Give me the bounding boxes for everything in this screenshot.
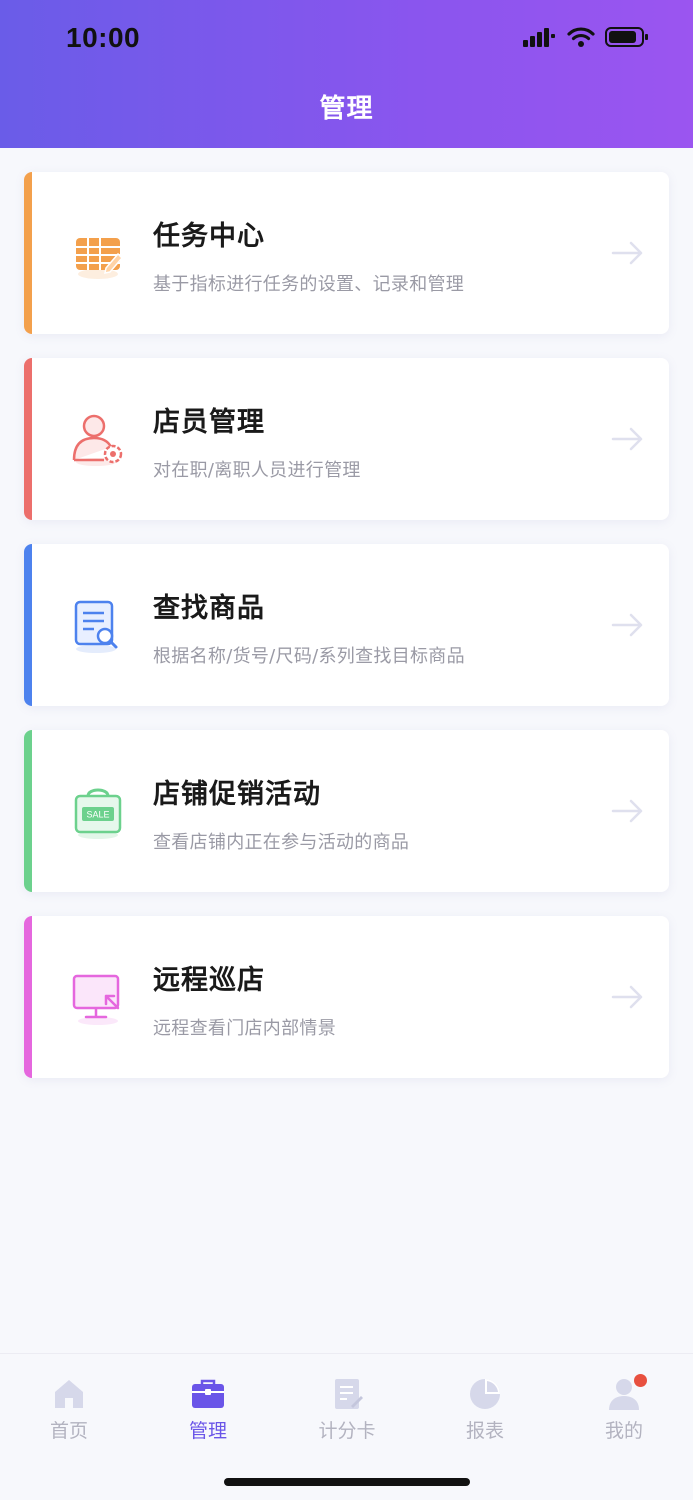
tab-scorecard[interactable]: 计分卡 <box>287 1376 407 1443</box>
card-accent-bar <box>24 358 32 520</box>
page-title: 管理 <box>319 94 374 124</box>
tab-management[interactable]: 管理 <box>148 1376 268 1443</box>
arrow-right-icon <box>611 613 643 637</box>
menu-card-list: 任务中心 基于指标进行任务的设置、记录和管理 店员管理 对在职/离职人员进行管理 <box>24 172 669 1102</box>
card-description: 对在职/离职人员进行管理 <box>153 460 361 481</box>
tab-label: 计分卡 <box>318 1420 376 1442</box>
card-remote-inspection[interactable]: 远程巡店 远程查看门店内部情景 <box>24 916 669 1078</box>
card-accent-bar <box>24 544 32 706</box>
pie-chart-icon <box>470 1379 500 1409</box>
card-staff-management[interactable]: 店员管理 对在职/离职人员进行管理 <box>24 358 669 520</box>
card-description: 查看店铺内正在参与活动的商品 <box>153 832 410 853</box>
svg-text:SALE: SALE <box>86 810 109 820</box>
card-description: 远程查看门店内部情景 <box>153 1018 336 1039</box>
arrow-right-icon <box>611 799 643 823</box>
staff-settings-icon <box>72 414 123 466</box>
document-search-icon <box>74 600 118 653</box>
home-icon <box>55 1380 83 1408</box>
status-time: 10:00 <box>66 22 141 53</box>
sale-bag-icon: SALE <box>74 788 122 839</box>
wifi-icon <box>567 27 595 47</box>
card-title: 远程巡店 <box>153 965 265 996</box>
card-title: 店员管理 <box>153 407 265 438</box>
card-description: 基于指标进行任务的设置、记录和管理 <box>153 274 465 295</box>
tab-label: 我的 <box>604 1420 643 1442</box>
card-title: 店铺促销活动 <box>153 779 321 810</box>
status-icons <box>523 26 649 48</box>
card-accent-bar <box>24 916 32 1078</box>
battery-icon <box>605 27 648 47</box>
card-title: 任务中心 <box>153 221 265 252</box>
scorecard-icon <box>335 1379 363 1409</box>
card-accent-bar <box>24 730 32 892</box>
top-header: 10:00 管理 <box>0 0 693 148</box>
briefcase-icon <box>192 1379 224 1408</box>
tab-profile[interactable]: 我的 <box>564 1374 684 1443</box>
tab-reports[interactable]: 报表 <box>425 1376 545 1443</box>
monitor-remote-icon <box>72 974 120 1025</box>
home-indicator <box>224 1478 470 1486</box>
card-find-product[interactable]: 查找商品 根据名称/货号/尺码/系列查找目标商品 <box>24 544 669 706</box>
tab-label: 报表 <box>465 1420 504 1442</box>
cellular-signal-icon <box>523 28 555 47</box>
card-task-center[interactable]: 任务中心 基于指标进行任务的设置、记录和管理 <box>24 172 669 334</box>
tab-home[interactable]: 首页 <box>9 1376 129 1443</box>
arrow-right-icon <box>611 985 643 1009</box>
tab-label: 管理 <box>188 1420 227 1442</box>
tab-label: 首页 <box>49 1420 88 1442</box>
card-description: 根据名称/货号/尺码/系列查找目标商品 <box>153 646 465 667</box>
arrow-right-icon <box>611 241 643 265</box>
card-store-promotion[interactable]: SALE 店铺促销活动 查看店铺内正在参与活动的商品 <box>24 730 669 892</box>
task-table-edit-icon <box>76 238 124 279</box>
card-title: 查找商品 <box>153 593 265 624</box>
arrow-right-icon <box>611 427 643 451</box>
card-accent-bar <box>24 172 32 334</box>
notification-badge <box>634 1374 647 1387</box>
